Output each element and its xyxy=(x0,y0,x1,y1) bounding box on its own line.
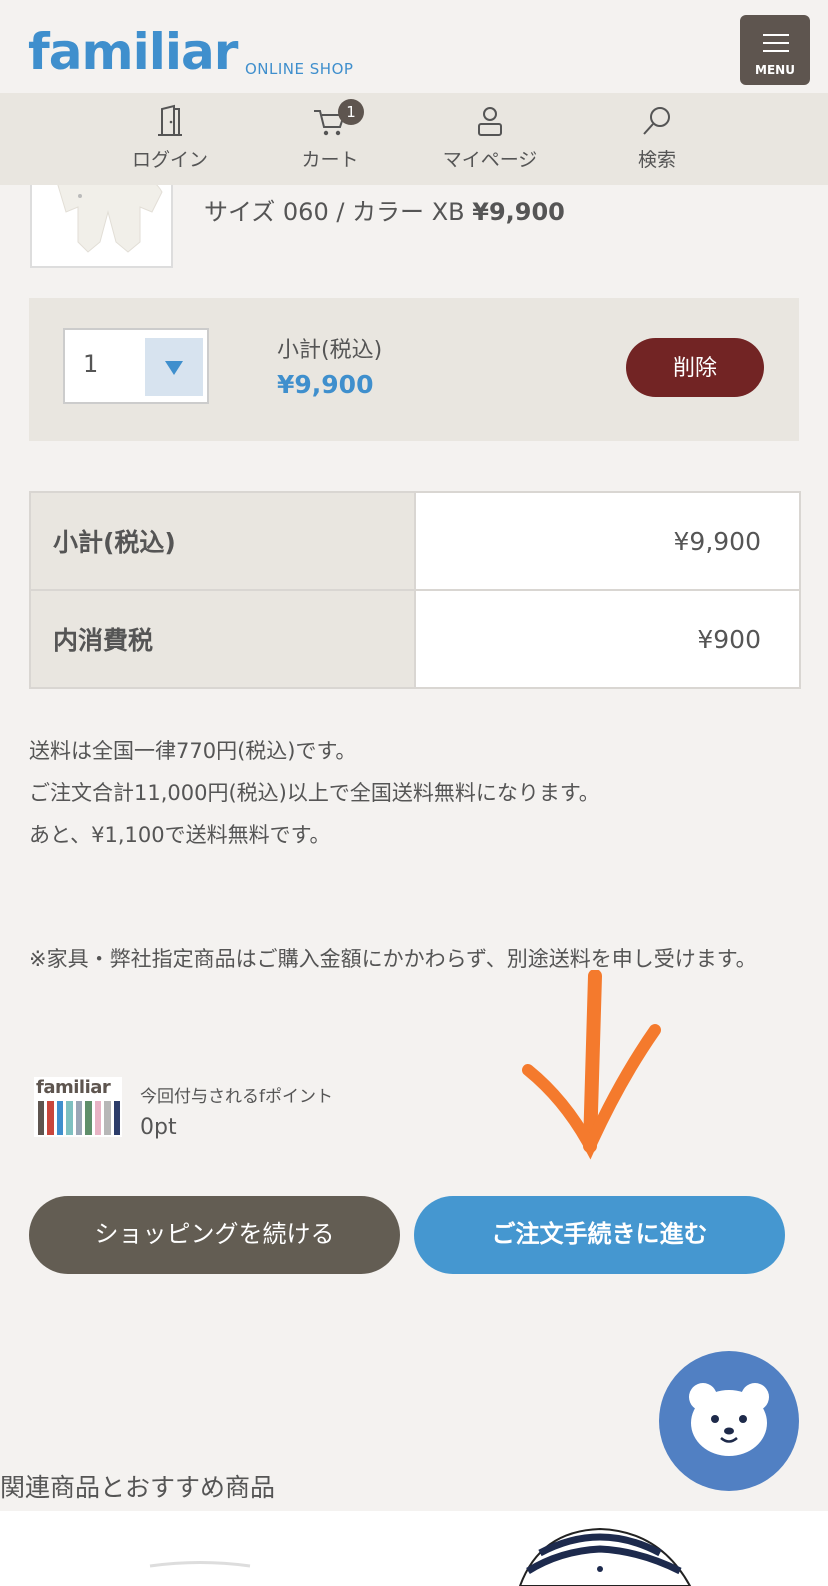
shipping-note-line: 送料は全国一律770円(税込)です。 xyxy=(29,739,357,763)
point-logo-text: familiar xyxy=(36,1077,111,1098)
nav-cart[interactable]: 1 カート xyxy=(270,93,390,185)
bear-chat-button[interactable] xyxy=(659,1351,799,1491)
brand-logo-subtitle: ONLINE SHOP xyxy=(245,60,354,78)
nav-login-label: ログイン xyxy=(131,149,208,171)
summary-subtotal-label: 小計(税込) xyxy=(29,491,416,591)
variant-text: サイズ 060 / カラー XB xyxy=(204,198,465,226)
nav-search-label: 検索 xyxy=(637,149,676,171)
nav-login[interactable]: ログイン xyxy=(110,93,230,185)
menu-button[interactable]: MENU xyxy=(740,15,810,85)
shipping-note-line: あと、¥1,100で送料無料です。 xyxy=(29,823,331,847)
product-price: ¥9,900 xyxy=(472,198,565,226)
site-header: familiar ONLINE SHOP MENU xyxy=(0,0,828,93)
summary-tax-label: 内消費税 xyxy=(29,589,416,689)
search-icon xyxy=(643,107,670,135)
quantity-value: 1 xyxy=(83,350,99,378)
familiar-point-logo: familiar xyxy=(34,1077,122,1137)
triangle-down-icon xyxy=(165,361,183,375)
menu-button-label: MENU xyxy=(755,63,795,77)
furniture-shipping-note: ※家具・弊社指定商品はご購入金額にかかわらず、別途送料を申し受けます。 xyxy=(29,947,757,971)
related-products-heading: 関連商品とおすすめ商品 xyxy=(0,1473,276,1502)
table-row: 内消費税 ¥900 xyxy=(29,589,801,689)
table-row: 小計(税込) ¥9,900 xyxy=(29,491,801,591)
nav-cart-label: カート xyxy=(301,149,359,171)
stripes-graphic xyxy=(38,1101,120,1135)
item-subtotal-value: ¥9,900 xyxy=(277,370,374,399)
related-product-images xyxy=(149,1527,692,1586)
summary-subtotal-value: ¥9,900 xyxy=(414,491,801,591)
door-icon xyxy=(158,104,182,136)
bear-icon xyxy=(689,1383,769,1456)
proceed-to-order-button[interactable]: ご注文手続きに進む xyxy=(414,1196,785,1274)
nav-search[interactable]: 検索 xyxy=(597,93,717,185)
icon-nav-bar: ログイン 1 カート マイページ 検索 xyxy=(0,93,828,185)
points-value: 0pt xyxy=(140,1115,177,1140)
points-label: 今回付与されるfポイント xyxy=(140,1087,333,1107)
quantity-select[interactable]: 1 xyxy=(63,328,209,404)
item-subtotal-label: 小計(税込) xyxy=(277,338,383,363)
brand-logo[interactable]: familiar xyxy=(28,22,238,82)
user-icon xyxy=(478,107,502,136)
nav-mypage-label: マイページ xyxy=(442,149,538,171)
related-products-carousel xyxy=(0,1511,828,1586)
product-variant: サイズ 060 / カラー XB ¥9,900 xyxy=(204,192,565,227)
shipping-note-line: ご注文合計11,000円(税込)以上で全国送料無料になります。 xyxy=(29,781,600,805)
hand-drawn-arrow-icon xyxy=(522,970,661,1160)
order-summary-table: 小計(税込) ¥9,900 内消費税 ¥900 xyxy=(29,491,801,689)
nav-mypage[interactable]: マイページ xyxy=(430,93,550,185)
continue-shopping-button[interactable]: ショッピングを続ける xyxy=(29,1196,400,1274)
dropdown-arrow[interactable] xyxy=(145,338,203,396)
shipping-notes: 送料は全国一律770円(税込)です。 ご注文合計11,000円(税込)以上で全国… xyxy=(29,730,600,856)
cart-count-badge: 1 xyxy=(338,99,364,125)
delete-button[interactable]: 削除 xyxy=(626,338,764,397)
hamburger-icon xyxy=(763,34,789,58)
summary-tax-value: ¥900 xyxy=(414,589,801,689)
cart-item-row: 1 小計(税込) ¥9,900 削除 xyxy=(29,298,799,441)
